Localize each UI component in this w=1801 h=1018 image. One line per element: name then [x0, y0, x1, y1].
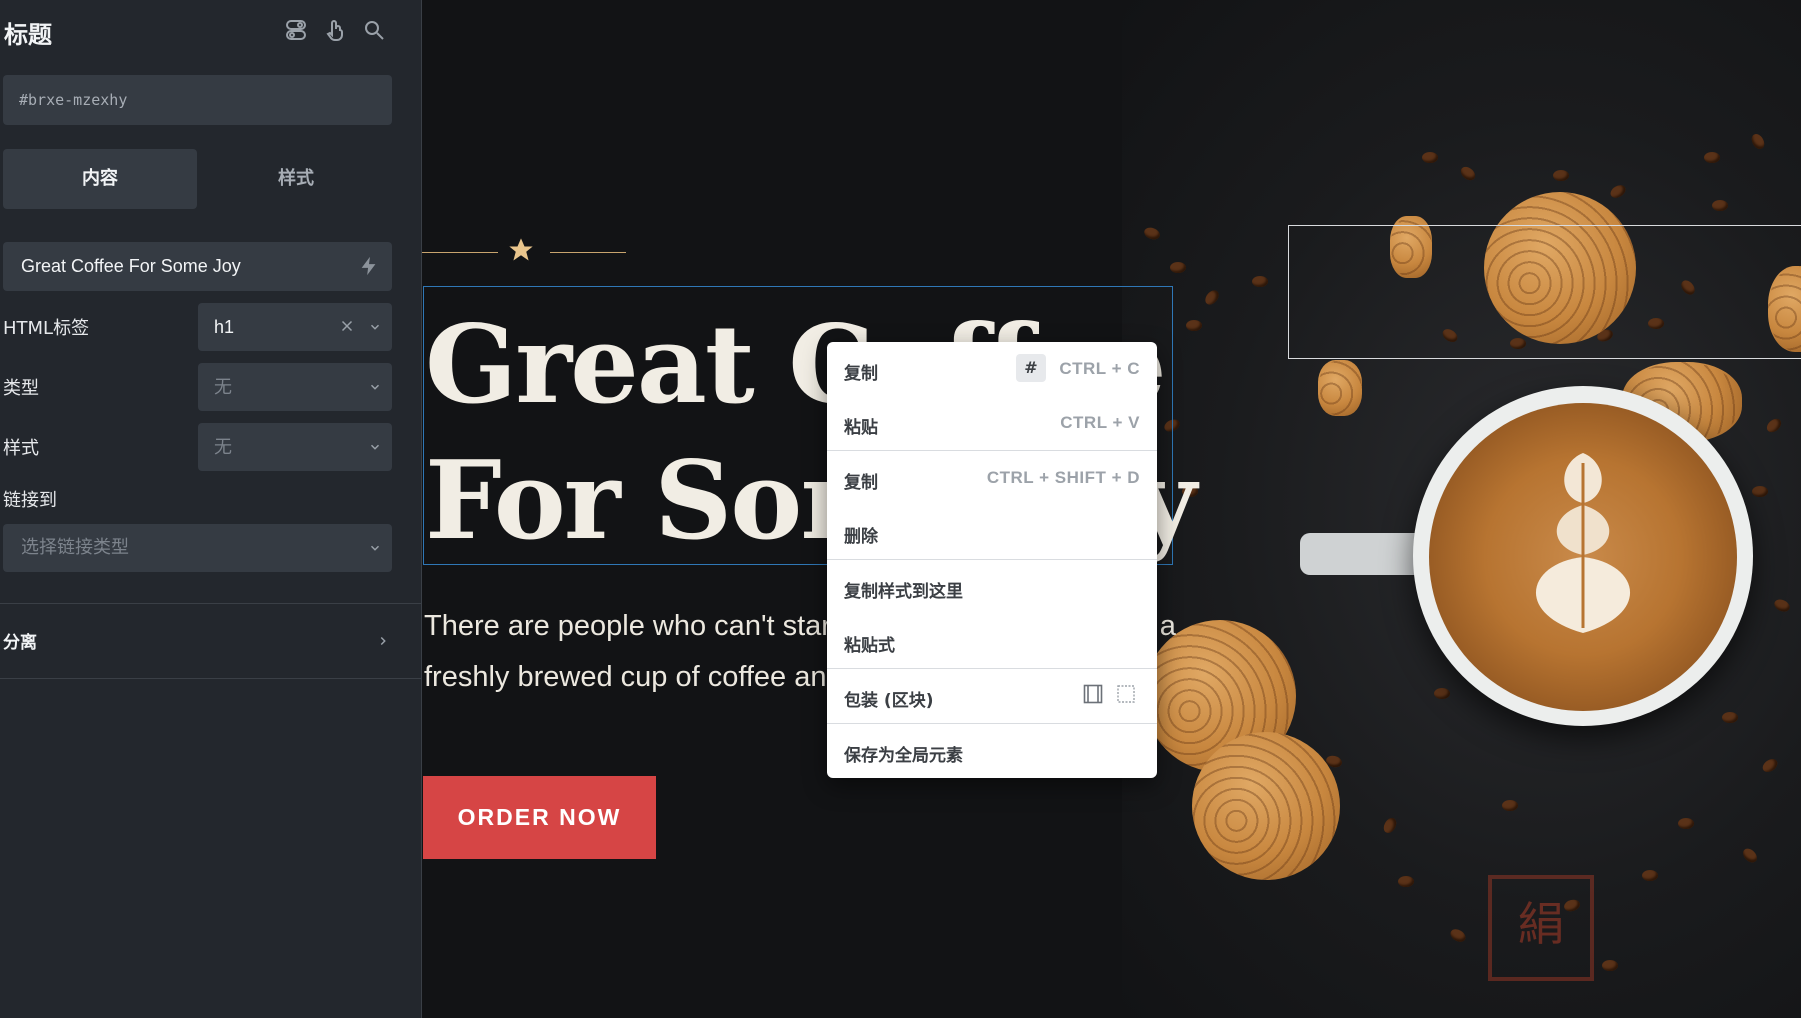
- cookie: [1192, 732, 1340, 880]
- wrap-div-icon[interactable]: [1116, 684, 1136, 704]
- menu-item-duplicate[interactable]: 复制 CTRL + SHIFT + D: [827, 451, 1157, 505]
- menu-item-shortcut: CTRL + V: [1060, 413, 1140, 432]
- wrap-block-icon[interactable]: [1083, 684, 1103, 704]
- heading-text-value: Great Coffee For Some Joy: [21, 256, 241, 276]
- panel-tabs: 内容 样式: [3, 149, 392, 209]
- coffee-bean: [1422, 152, 1438, 163]
- menu-item-label: 粘贴式: [844, 636, 895, 656]
- menu-item-label: 粘贴: [844, 418, 878, 438]
- section-divider: [0, 678, 422, 679]
- decorative-line: [422, 252, 498, 253]
- menu-item-shortcut: CTRL + C: [1059, 359, 1140, 378]
- copy-id-badge[interactable]: #: [1016, 354, 1046, 382]
- coffee-bean: [1712, 200, 1728, 211]
- chevron-down-icon: [370, 384, 380, 390]
- search-icon[interactable]: [360, 16, 388, 44]
- coffee-bean: [1642, 870, 1658, 881]
- panel-title: 标题: [4, 21, 52, 49]
- menu-item-label: 包装 (区块): [844, 691, 934, 711]
- watermark-stamp: 絹: [1488, 875, 1594, 981]
- chevron-down-icon: [370, 444, 380, 450]
- link-type-placeholder: 选择链接类型: [21, 537, 129, 558]
- element-id-field[interactable]: #brxe-mzexhy: [3, 75, 392, 125]
- style-label: 样式: [3, 438, 39, 459]
- html-tag-select[interactable]: h1: [198, 303, 392, 351]
- hover-outline: [1288, 225, 1801, 359]
- html-tag-value: h1: [214, 317, 235, 337]
- coffee-bean: [1398, 876, 1414, 887]
- tab-style[interactable]: 样式: [199, 149, 393, 209]
- latte-art: [1535, 453, 1631, 633]
- decorative-line: [550, 252, 626, 253]
- menu-item-label: 复制: [844, 473, 878, 493]
- link-type-select[interactable]: 选择链接类型: [3, 524, 392, 572]
- dynamic-data-icon[interactable]: [358, 255, 380, 277]
- coffee-bean: [1170, 262, 1186, 273]
- menu-item-delete[interactable]: 删除: [827, 505, 1157, 559]
- menu-item-label: 复制样式到这里: [844, 582, 963, 602]
- coffee-bean: [1502, 800, 1518, 811]
- star-icon: [509, 238, 533, 261]
- menu-item-copy[interactable]: 复制 # CTRL + C: [827, 342, 1157, 396]
- pointer-hand-icon[interactable]: [321, 16, 349, 44]
- context-menu: 复制 # CTRL + C 粘贴 CTRL + V 复制 CTRL + SHIF…: [827, 342, 1157, 778]
- type-label: 类型: [3, 378, 39, 399]
- sidebar-header: 标题: [0, 0, 422, 62]
- menu-item-shortcut: CTRL + SHIFT + D: [986, 468, 1140, 487]
- section-label: 分离: [3, 633, 37, 653]
- coffee-bean: [1752, 486, 1768, 497]
- menu-item-label: 复制: [844, 364, 878, 384]
- chevron-right-icon: [380, 636, 386, 646]
- coffee-bean: [1553, 170, 1569, 181]
- coffee-bean: [1678, 818, 1694, 829]
- tab-content[interactable]: 内容: [3, 149, 197, 209]
- menu-item-wrap-block[interactable]: 包装 (区块): [827, 669, 1157, 723]
- html-tag-label: HTML标签: [3, 318, 90, 339]
- menu-item-save-global[interactable]: 保存为全局元素: [827, 724, 1157, 778]
- coffee-bean: [1602, 960, 1618, 971]
- style-placeholder: 无: [214, 437, 232, 457]
- link-label: 链接到: [3, 490, 57, 511]
- coffee-bean: [1722, 712, 1738, 723]
- style-select[interactable]: 无: [198, 423, 392, 471]
- type-select[interactable]: 无: [198, 363, 392, 411]
- coffee-bean: [1252, 276, 1268, 287]
- menu-item-paste-style[interactable]: 粘贴式: [827, 614, 1157, 668]
- section-toggle[interactable]: 分离: [0, 604, 422, 678]
- clear-icon[interactable]: [338, 317, 356, 335]
- menu-item-paste[interactable]: 粘贴 CTRL + V: [827, 396, 1157, 450]
- editor-sidebar: 标题 #brxe-mzexhy 内容 样式 Great Coffee For S…: [0, 0, 422, 1018]
- order-now-button[interactable]: ORDER NOW: [423, 776, 656, 859]
- type-placeholder: 无: [214, 377, 232, 397]
- coffee-bean: [1434, 688, 1450, 699]
- heading-text-input[interactable]: Great Coffee For Some Joy: [3, 242, 392, 291]
- menu-item-label: 保存为全局元素: [844, 746, 963, 766]
- menu-item-copy-style[interactable]: 复制样式到这里: [827, 560, 1157, 614]
- chevron-down-icon: [370, 324, 380, 330]
- menu-item-label: 删除: [844, 527, 878, 547]
- coffee-bean: [1704, 152, 1720, 163]
- toggle-icon[interactable]: [282, 16, 310, 44]
- chevron-down-icon: [370, 545, 380, 551]
